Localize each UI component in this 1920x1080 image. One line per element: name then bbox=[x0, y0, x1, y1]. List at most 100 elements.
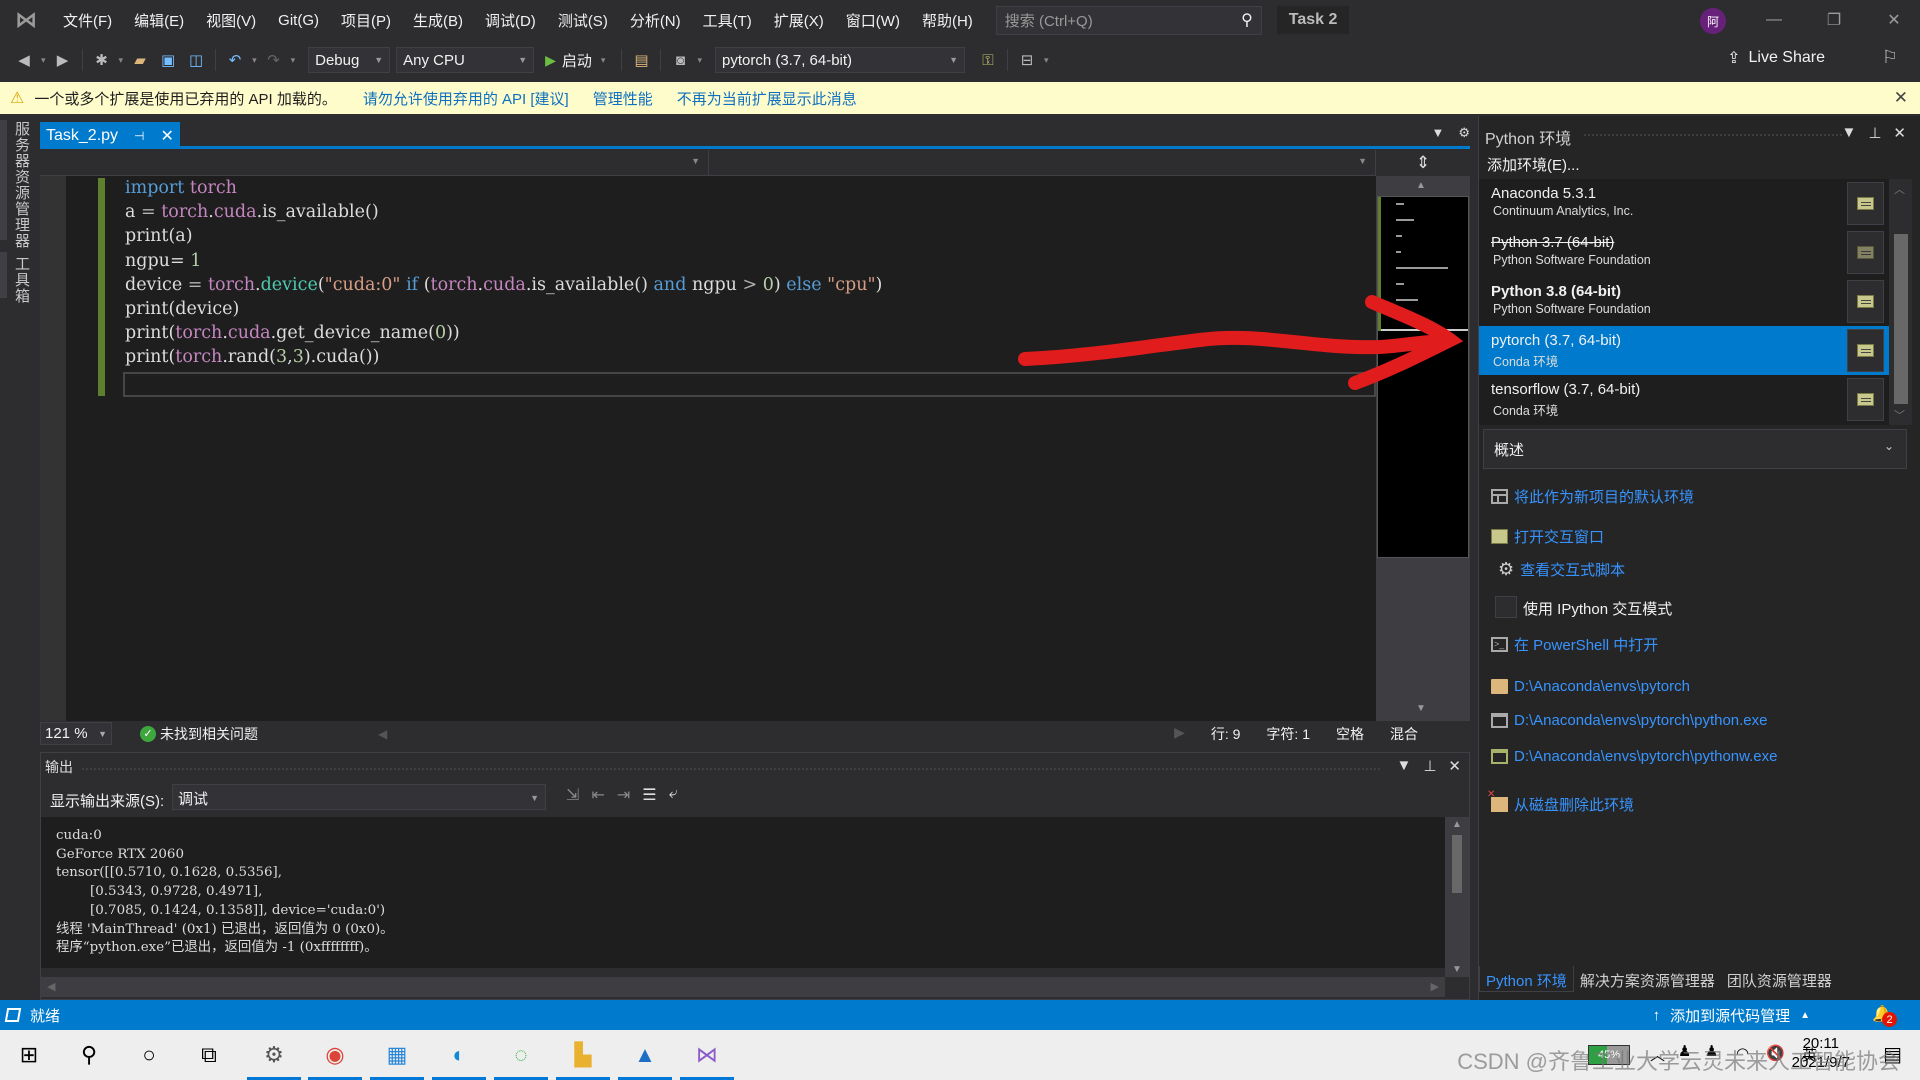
close-icon[interactable]: ✕ bbox=[161, 126, 174, 146]
dropdown-icon[interactable]: ▾ bbox=[697, 55, 702, 66]
environment-item-python37[interactable]: Python 3.7 (64-bit) Python Software Foun… bbox=[1479, 228, 1889, 277]
pin-icon[interactable]: ⊣ bbox=[134, 129, 144, 143]
notifications-button[interactable]: 🔔 2 bbox=[1872, 1004, 1898, 1027]
search-input[interactable]: 搜索 (Ctrl+Q) ⚲ bbox=[995, 5, 1262, 35]
go-to-location-icon[interactable]: ⇲ bbox=[566, 785, 579, 805]
new-project-icon[interactable]: ✱ bbox=[90, 48, 114, 72]
save-icon[interactable]: ▣ bbox=[156, 48, 180, 72]
tab-solution-explorer[interactable]: 解决方案资源管理器 bbox=[1574, 966, 1721, 992]
open-folder-icon[interactable]: ▰ bbox=[128, 48, 152, 72]
package-icon[interactable]: ⚿ bbox=[976, 48, 1000, 72]
tab-team-explorer[interactable]: 团队资源管理器 bbox=[1721, 966, 1838, 992]
line-number[interactable]: 行: 9 bbox=[1211, 724, 1241, 744]
menu-analyze[interactable]: 分析(N) bbox=[619, 10, 692, 31]
forward-icon[interactable]: ▶ bbox=[51, 48, 75, 72]
open-interactive-button[interactable] bbox=[1847, 231, 1884, 274]
close-icon[interactable]: ✕ bbox=[1448, 757, 1461, 775]
browse-folder-icon[interactable]: ▤ bbox=[629, 48, 653, 72]
screenshot-icon[interactable]: ◙ bbox=[668, 48, 692, 72]
menu-view[interactable]: 视图(V) bbox=[195, 10, 267, 31]
menu-tools[interactable]: 工具(T) bbox=[692, 10, 763, 31]
use-ipython-checkbox[interactable] bbox=[1495, 596, 1517, 618]
menu-git[interactable]: Git(G) bbox=[267, 12, 330, 29]
minimap[interactable] bbox=[1377, 196, 1469, 558]
scroll-down-icon[interactable]: ▼ bbox=[1416, 703, 1426, 714]
menu-build[interactable]: 生成(B) bbox=[402, 10, 474, 31]
environment-item-anaconda[interactable]: Anaconda 5.3.1 Continuum Analytics, Inc. bbox=[1479, 179, 1889, 228]
open-interactive-button[interactable] bbox=[1847, 280, 1884, 323]
control-panel-icon[interactable]: ▦ bbox=[370, 1038, 424, 1080]
zoom-level-select[interactable]: 121 % ▼ bbox=[40, 722, 112, 745]
drag-handle[interactable] bbox=[1583, 133, 1843, 137]
tab-dropdown-icon[interactable]: ▼ bbox=[1431, 125, 1444, 141]
indent-mode[interactable]: 空格 bbox=[1336, 724, 1364, 744]
open-interactive-button[interactable] bbox=[1847, 329, 1884, 372]
delete-environment-link[interactable]: 从磁盘删除此环境 bbox=[1487, 789, 1634, 815]
output-text[interactable]: cuda:0 GeForce RTX 2060 tensor([[0.5710,… bbox=[41, 817, 1445, 968]
split-editor-icon[interactable]: ⇕ bbox=[1376, 150, 1470, 176]
scroll-down-icon[interactable]: ▼ bbox=[1452, 964, 1462, 975]
dropdown-icon[interactable]: ▼ bbox=[1396, 757, 1411, 775]
menu-edit[interactable]: 编辑(E) bbox=[123, 10, 195, 31]
editor-scrollbar-map[interactable]: ⇕ ▲ ▼ bbox=[1376, 150, 1470, 721]
add-environment-button[interactable]: 添加环境(E)... bbox=[1487, 154, 1580, 175]
python-environment-select[interactable]: pytorch (3.7, 64-bit) ▼ bbox=[714, 47, 965, 73]
app-icon[interactable]: ◌ bbox=[494, 1038, 548, 1080]
open-interactive-button[interactable] bbox=[1847, 182, 1884, 225]
search-icon[interactable]: ⚲ bbox=[72, 1038, 106, 1072]
file-explorer-icon[interactable]: ▙ bbox=[556, 1038, 610, 1080]
class-dropdown[interactable]: ▼ bbox=[40, 150, 709, 175]
settings-icon[interactable]: ⚙ bbox=[247, 1038, 301, 1080]
set-default-environment-link[interactable]: 将此作为新项目的默认环境 bbox=[1491, 486, 1694, 507]
view-interactive-scripts-link[interactable]: ⚙ 查看交互式脚本 bbox=[1498, 559, 1625, 580]
add-to-source-control-button[interactable]: ↑ 添加到源代码管理 ▲ bbox=[1653, 1005, 1810, 1026]
scroll-down-icon[interactable]: ﹀ bbox=[1894, 407, 1905, 423]
pythonw-exe-link[interactable]: D:\Anaconda\envs\pytorch\pythonw.exe bbox=[1491, 748, 1778, 765]
back-icon[interactable]: ◀ bbox=[12, 48, 36, 72]
open-interactive-window-link[interactable]: 打开交互窗口 bbox=[1491, 526, 1604, 547]
tab-task-2-py[interactable]: Task_2.py ⊣ ✕ bbox=[40, 122, 180, 149]
environment-item-pytorch[interactable]: pytorch (3.7, 64-bit) Conda 环境 bbox=[1479, 326, 1889, 375]
save-all-icon[interactable]: ◫ bbox=[184, 48, 208, 72]
next-message-icon[interactable]: ⇥ bbox=[617, 785, 630, 805]
horizontal-scroll-right-icon[interactable]: ▶ bbox=[1174, 724, 1185, 744]
scroll-up-icon[interactable]: ▲ bbox=[1416, 180, 1426, 191]
scroll-up-icon[interactable]: ︿ bbox=[1894, 181, 1905, 197]
line-ending[interactable]: 混合 bbox=[1390, 724, 1418, 744]
environment-item-python38[interactable]: Python 3.8 (64-bit) Python Software Foun… bbox=[1479, 277, 1889, 326]
char-number[interactable]: 字符: 1 bbox=[1266, 724, 1310, 744]
new-dropdown-icon[interactable]: ▾ bbox=[119, 55, 124, 66]
visual-studio-icon[interactable]: ⋈ bbox=[680, 1038, 734, 1080]
minimap-viewport[interactable] bbox=[1378, 197, 1468, 331]
menu-test[interactable]: 测试(S) bbox=[547, 10, 619, 31]
output-horizontal-scrollbar[interactable]: ◀ ▶ bbox=[41, 977, 1445, 997]
scrollbar-thumb[interactable] bbox=[1452, 835, 1462, 893]
undo-dropdown-icon[interactable]: ▾ bbox=[252, 55, 257, 66]
word-wrap-icon[interactable]: ⤶ bbox=[669, 785, 678, 805]
disallow-deprecated-api-link[interactable]: 请勿允许使用弃用的 API [建议] bbox=[363, 88, 569, 109]
menu-file[interactable]: 文件(F) bbox=[52, 10, 123, 31]
layout-icon[interactable]: ⊟ bbox=[1015, 48, 1039, 72]
task-view-icon[interactable]: ⧉ bbox=[192, 1038, 226, 1072]
manage-performance-link[interactable]: 管理性能 bbox=[593, 88, 653, 109]
horizontal-scroll-left-icon[interactable]: ◀ bbox=[378, 727, 387, 741]
environment-list-scrollbar[interactable]: ︿ ﹀ bbox=[1889, 179, 1912, 425]
close-window-button[interactable]: ✕ bbox=[1864, 0, 1920, 40]
cortana-icon[interactable]: ○ bbox=[132, 1038, 166, 1072]
view-select[interactable]: 概述 ⌄ bbox=[1483, 429, 1907, 469]
pin-icon[interactable]: ⊥ bbox=[1868, 124, 1881, 142]
menu-window[interactable]: 窗口(W) bbox=[835, 10, 911, 31]
undo-icon[interactable]: ↶ bbox=[223, 48, 247, 72]
gear-icon[interactable]: ⚙ bbox=[1458, 125, 1470, 141]
edge-icon[interactable]: ◐ bbox=[432, 1038, 486, 1080]
dont-show-again-link[interactable]: 不再为当前扩展显示此消息 bbox=[677, 88, 857, 109]
member-dropdown[interactable]: ▼ bbox=[709, 150, 1376, 175]
close-icon[interactable]: ✕ bbox=[1893, 124, 1906, 142]
python-exe-link[interactable]: D:\Anaconda\envs\pytorch\python.exe bbox=[1491, 712, 1768, 729]
platform-select[interactable]: Any CPU ▼ bbox=[396, 47, 535, 73]
pin-icon[interactable]: ⊥ bbox=[1423, 757, 1436, 775]
configuration-select[interactable]: Debug ▼ bbox=[308, 47, 391, 73]
output-vertical-scrollbar[interactable]: ▲ ▼ bbox=[1445, 817, 1469, 977]
scroll-right-icon[interactable]: ▶ bbox=[1431, 980, 1439, 993]
scroll-left-icon[interactable]: ◀ bbox=[47, 980, 55, 993]
